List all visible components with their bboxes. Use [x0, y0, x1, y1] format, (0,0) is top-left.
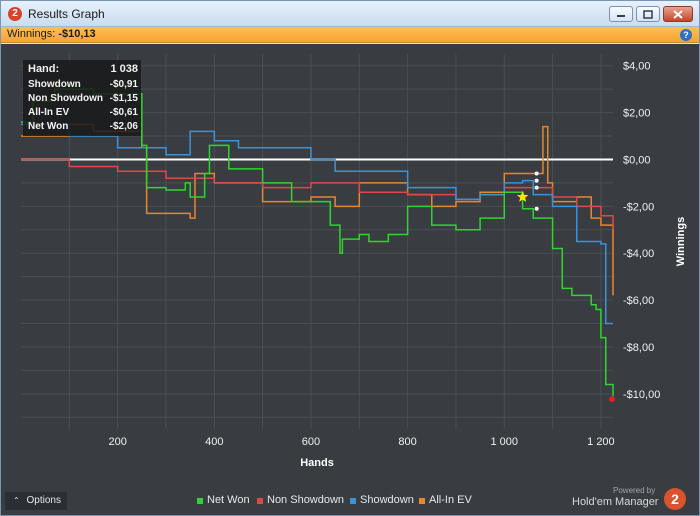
hand-tooltip: Hand: 1 038 Showdown -$0,91 Non Showdown… — [23, 60, 141, 136]
y-tick-label: -$2,00 — [623, 201, 654, 213]
brand-logo-icon: 2 — [664, 488, 686, 510]
minimize-icon — [617, 15, 625, 17]
end-marker — [609, 396, 615, 403]
winnings-label: Winnings: — [7, 28, 56, 40]
hover-marker — [534, 171, 539, 176]
x-tick-label: 400 — [205, 436, 223, 448]
tooltip-value: -$0,91 — [109, 79, 138, 90]
powered-by-text: Powered by — [613, 486, 656, 495]
legend-label: Non Showdown — [267, 494, 345, 506]
tooltip-label: Non Showdown — [28, 93, 103, 104]
x-tick-label: 600 — [302, 436, 320, 448]
tooltip-label: Hand: — [28, 63, 60, 75]
tooltip-value: -$1,15 — [109, 93, 138, 104]
legend-label: Showdown — [360, 494, 414, 506]
winnings-summary: Winnings: -$10,13 — [7, 28, 96, 40]
y-tick-label: $4,00 — [623, 61, 651, 73]
series-line-all-in-ev — [21, 123, 614, 296]
legend-swatch — [419, 498, 425, 504]
y-tick-label: -$4,00 — [623, 248, 654, 260]
help-icon[interactable]: ? — [680, 29, 692, 41]
y-tick-label: -$10,00 — [623, 389, 660, 401]
tooltip-non-showdown-row: Non Showdown -$1,15 — [28, 93, 138, 106]
tooltip-label: Net Won — [28, 121, 69, 132]
legend-swatch — [257, 498, 263, 504]
brand-name: Hold'em Manager — [572, 496, 659, 508]
maximize-icon — [643, 10, 653, 19]
tooltip-label: All-In EV — [28, 107, 70, 118]
close-button[interactable] — [663, 6, 693, 22]
app-logo-icon: 2 — [8, 7, 22, 21]
x-tick-label: 1 000 — [490, 436, 518, 448]
maximize-button[interactable] — [636, 6, 660, 22]
series-line-non-showdown — [21, 158, 614, 230]
minimize-button[interactable] — [609, 6, 633, 22]
tooltip-value: -$2,06 — [109, 121, 138, 132]
y-axis-title: Winnings — [675, 217, 687, 266]
tooltip-net-won-row: Net Won -$2,06 — [28, 121, 138, 134]
x-tick-label: 800 — [398, 436, 416, 448]
y-tick-label: -$8,00 — [623, 342, 654, 354]
legend-swatch — [197, 498, 203, 504]
series-line-showdown — [21, 123, 613, 325]
legend-label: All-In EV — [429, 494, 472, 506]
legend-label: Net Won — [207, 494, 250, 506]
hover-marker — [534, 185, 539, 190]
y-tick-label: -$6,00 — [623, 295, 654, 307]
tooltip-hand-row: Hand: 1 038 — [28, 63, 138, 76]
results-graph-window: 2 Results Graph Winnings: -$10,13 ? $4,0… — [0, 0, 700, 516]
legend-swatch — [350, 498, 356, 504]
hover-marker — [534, 206, 539, 211]
options-button[interactable]: ⌃ Options — [5, 492, 67, 510]
winnings-bar: Winnings: -$10,13 ? — [1, 27, 699, 43]
tooltip-showdown-row: Showdown -$0,91 — [28, 79, 138, 92]
tooltip-label: Showdown — [28, 79, 81, 90]
x-axis-title: Hands — [300, 457, 334, 469]
x-tick-label: 200 — [108, 436, 126, 448]
close-icon — [673, 10, 683, 19]
y-tick-label: $0,00 — [623, 154, 651, 166]
x-tick-label: 1 200 — [587, 436, 615, 448]
tooltip-allin-ev-row: All-In EV -$0,61 — [28, 107, 138, 120]
graph-area: $4,00 $2,00 $0,00 -$2,00 -$4,00 -$6,00 -$8,00 -… — [1, 44, 699, 515]
winnings-value: -$10,13 — [58, 28, 96, 40]
window-title: Results Graph — [28, 7, 105, 21]
y-tick-label: $2,00 — [623, 108, 651, 120]
options-label: Options — [26, 495, 61, 506]
tooltip-value: -$0,61 — [109, 107, 138, 118]
tooltip-value: 1 038 — [110, 63, 138, 75]
hover-marker — [534, 178, 539, 183]
title-bar: 2 Results Graph — [1, 1, 699, 27]
chevron-up-icon: ⌃ — [13, 496, 20, 505]
